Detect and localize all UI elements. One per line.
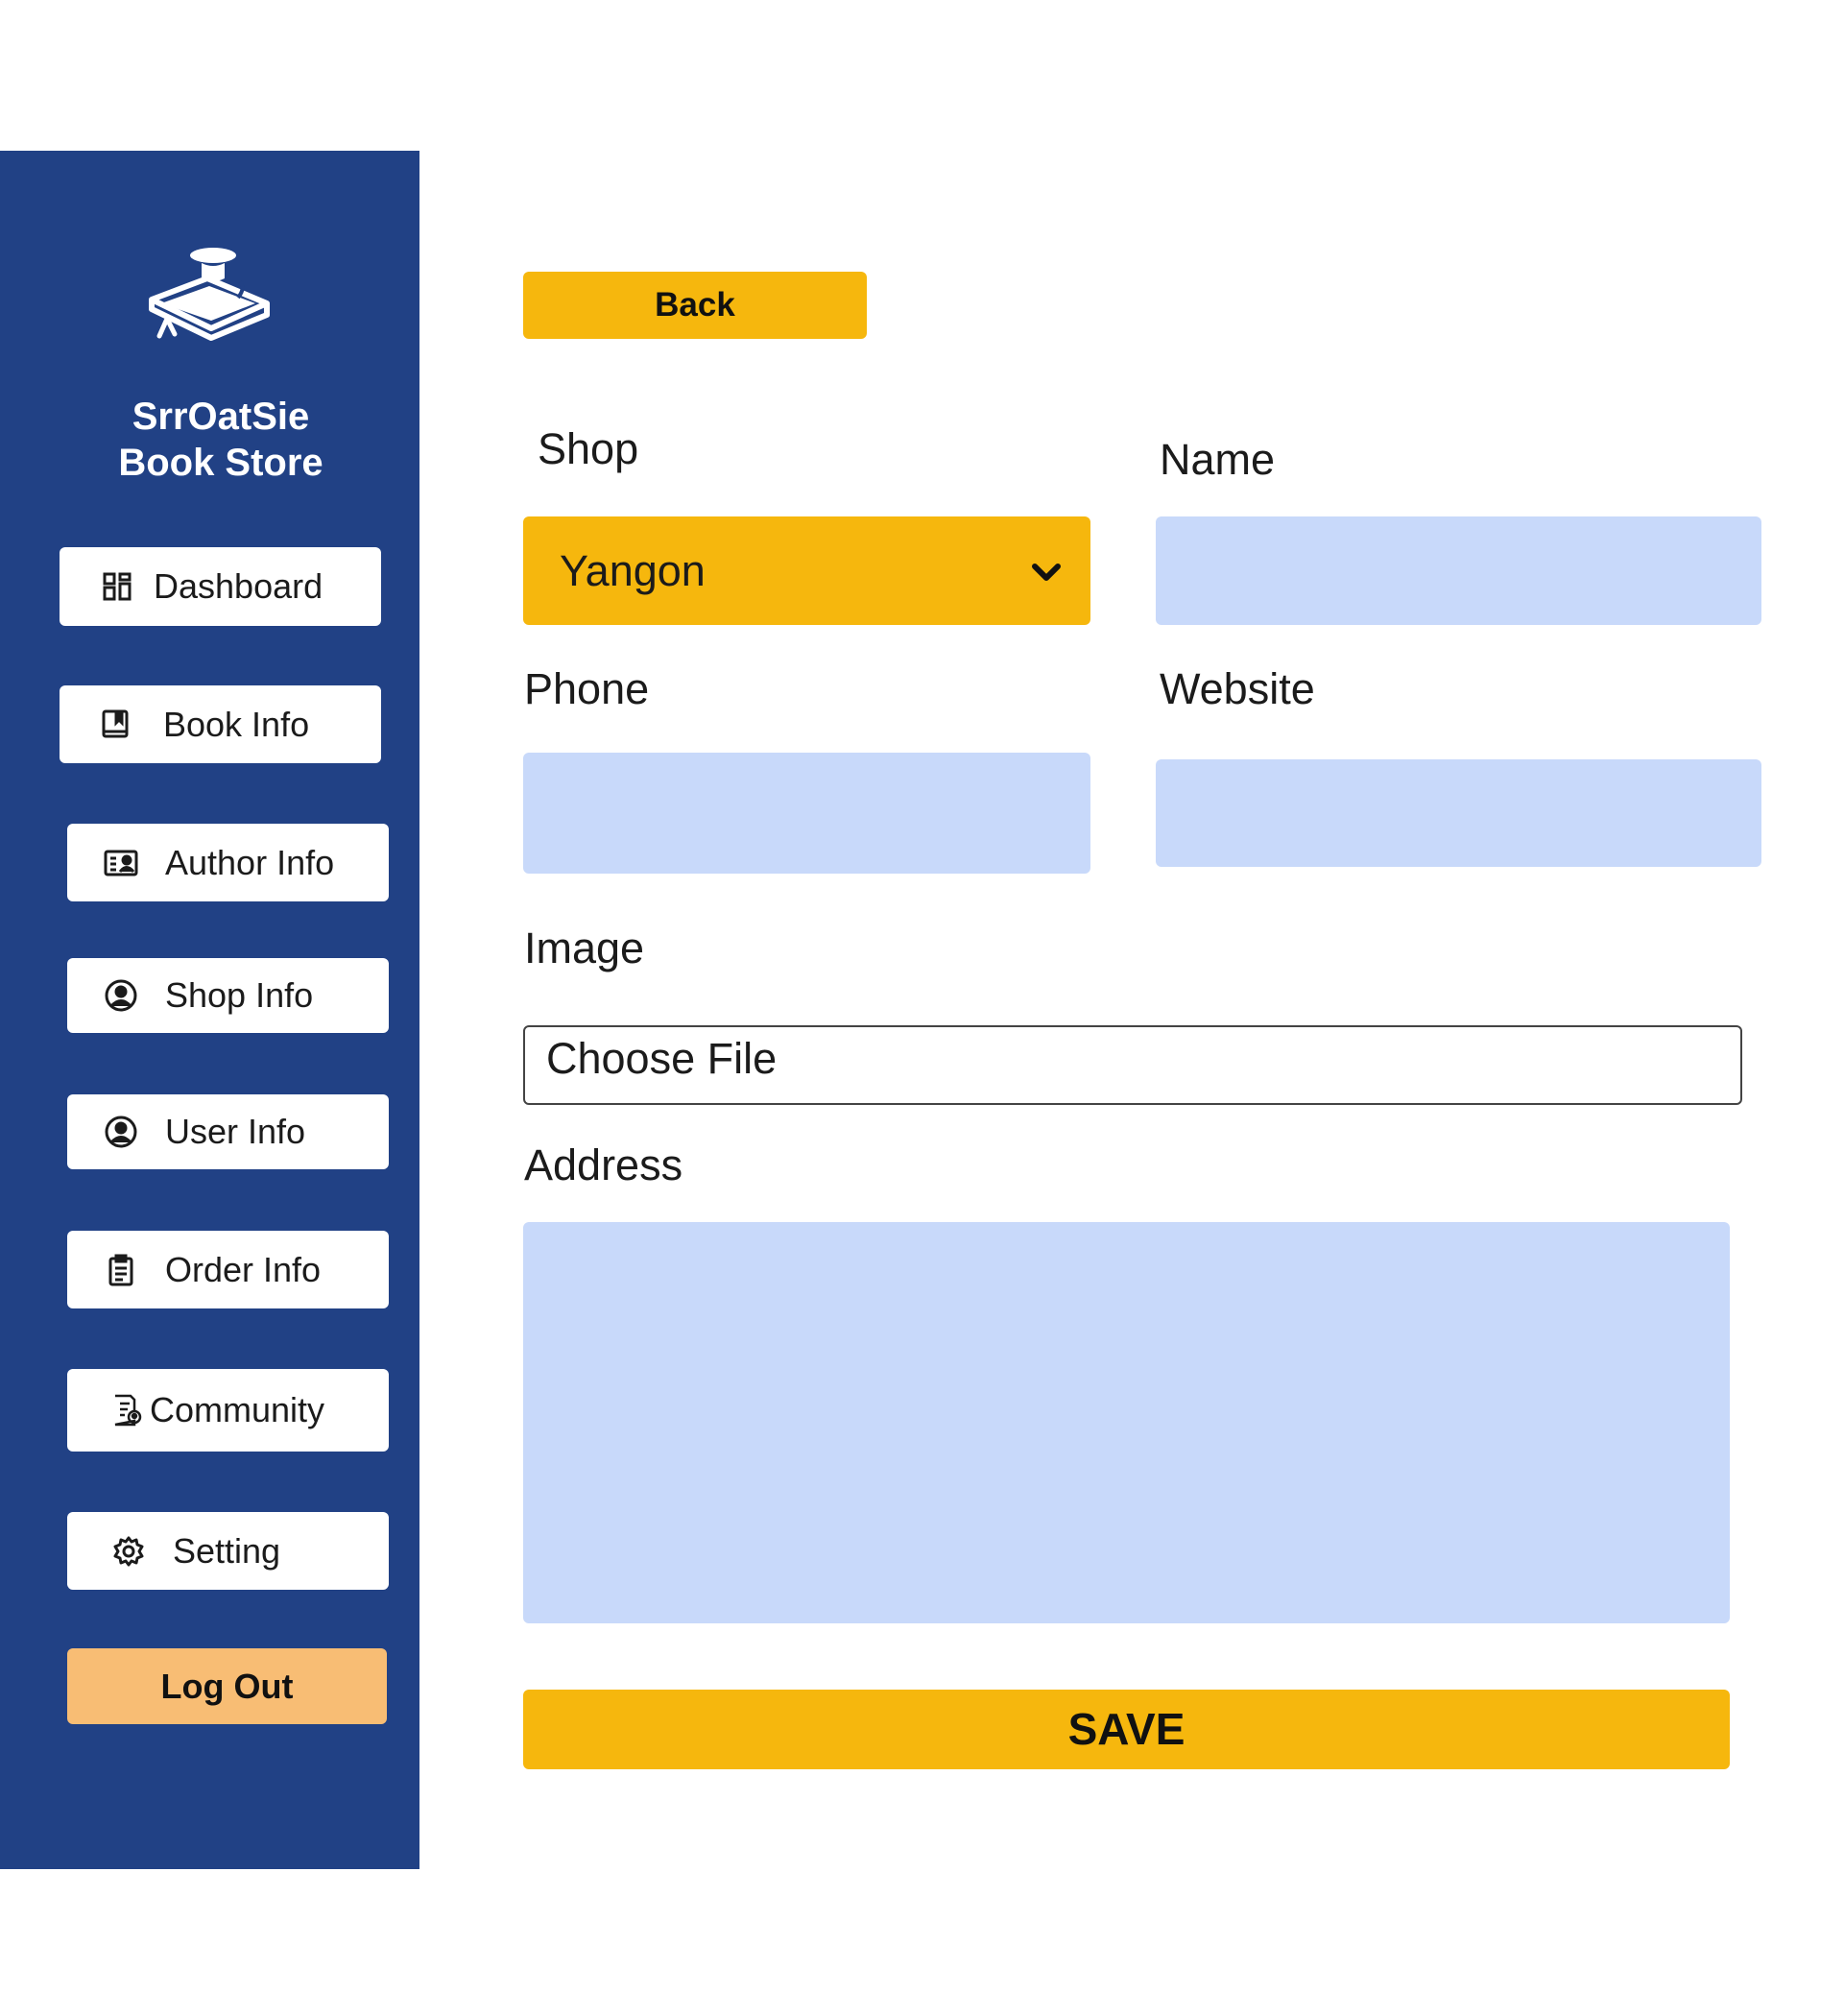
sidebar-item-label: Community xyxy=(150,1390,325,1429)
choose-file-button[interactable]: Choose File xyxy=(546,1034,777,1083)
document-user-icon xyxy=(109,1393,144,1428)
brand-line-2: Book Store xyxy=(118,442,323,484)
name-label: Name xyxy=(1160,435,1276,484)
brand-name: SrrOatSie Book Store xyxy=(0,394,442,486)
sidebar-item-user-info[interactable]: User Info xyxy=(67,1094,389,1169)
sidebar-item-label: Dashboard xyxy=(154,566,323,606)
phone-label: Phone xyxy=(524,664,650,713)
name-input[interactable] xyxy=(1156,516,1761,625)
shop-select-value: Yangon xyxy=(560,546,706,595)
sidebar-item-setting[interactable]: Setting xyxy=(67,1512,389,1590)
shop-select[interactable]: Yangon xyxy=(523,516,1090,625)
chevron-down-icon xyxy=(1032,564,1061,581)
website-label: Website xyxy=(1160,664,1315,713)
user-circle-icon xyxy=(104,978,138,1013)
id-card-icon xyxy=(104,846,138,880)
sidebar-item-label: Shop Info xyxy=(165,975,314,1015)
sidebar-item-book-info[interactable]: Book Info xyxy=(60,685,381,763)
sidebar-item-label: Order Info xyxy=(165,1249,322,1289)
dashboard-grid-icon xyxy=(100,569,134,604)
clipboard-icon xyxy=(104,1253,138,1287)
save-button[interactable]: SAVE xyxy=(523,1690,1730,1769)
logout-button[interactable]: Log Out xyxy=(67,1648,387,1724)
brand-line-1: SrrOatSie xyxy=(132,396,310,438)
gear-icon xyxy=(111,1534,146,1569)
address-label: Address xyxy=(524,1140,683,1189)
sidebar-item-label: Book Info xyxy=(163,704,310,744)
sidebar-item-community[interactable]: Community xyxy=(67,1369,389,1452)
back-button[interactable]: Back xyxy=(523,272,867,339)
image-file-input[interactable]: Choose File xyxy=(523,1025,1742,1105)
phone-input[interactable] xyxy=(523,753,1090,874)
address-textarea[interactable] xyxy=(523,1222,1730,1623)
sidebar-item-author-info[interactable]: Author Info xyxy=(67,824,389,901)
book-logo-icon xyxy=(149,248,270,341)
sidebar-item-order-info[interactable]: Order Info xyxy=(67,1231,389,1308)
sidebar-item-dashboard[interactable]: Dashboard xyxy=(60,547,381,626)
website-input[interactable] xyxy=(1156,759,1761,867)
shop-label: Shop xyxy=(538,424,639,473)
user-circle-icon xyxy=(104,1115,138,1149)
book-icon xyxy=(98,708,132,742)
sidebar-item-label: User Info xyxy=(165,1112,306,1151)
sidebar-item-label: Author Info xyxy=(165,842,335,882)
image-label: Image xyxy=(524,924,645,972)
sidebar-item-label: Setting xyxy=(173,1530,281,1571)
sidebar-item-shop-info[interactable]: Shop Info xyxy=(67,958,389,1033)
